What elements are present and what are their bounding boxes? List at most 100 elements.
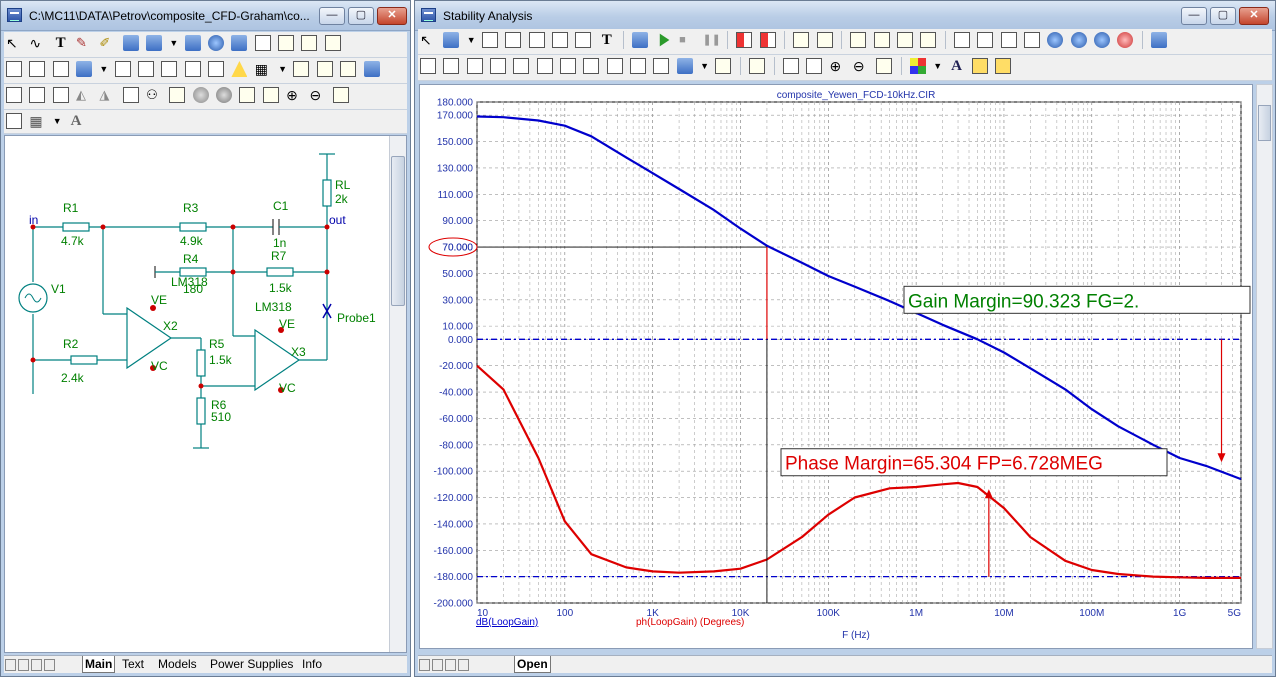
zoom-icon[interactable] — [1047, 32, 1064, 48]
scale-y-icon[interactable] — [528, 32, 545, 48]
fit-icon[interactable] — [876, 58, 893, 74]
close-button[interactable]: ✕ — [377, 7, 407, 25]
page-icon[interactable] — [293, 61, 310, 77]
plot-view-2-icon[interactable] — [873, 32, 890, 48]
stop-icon[interactable] — [192, 87, 209, 103]
edit-icon[interactable] — [1151, 32, 1168, 48]
scale-icon[interactable] — [482, 32, 499, 48]
table-icon[interactable] — [301, 35, 318, 51]
zoom-y-icon[interactable] — [1094, 32, 1110, 48]
cursor-mode-icon[interactable] — [736, 32, 753, 48]
plot-vertical-scrollbar[interactable] — [1256, 84, 1273, 649]
font-icon[interactable]: A — [949, 58, 965, 74]
tab-info[interactable]: Info — [300, 656, 324, 673]
first-page-button[interactable] — [419, 659, 430, 671]
clipboard-icon[interactable] — [749, 58, 766, 74]
voltage-icon[interactable] — [114, 61, 131, 77]
component-icon[interactable] — [443, 32, 460, 48]
zoom-out-icon[interactable]: ⊖ — [309, 87, 325, 103]
pin-markers-icon[interactable] — [208, 61, 225, 77]
list-icon[interactable] — [715, 58, 732, 74]
last-page-button[interactable] — [458, 659, 469, 671]
font-icon[interactable]: A — [68, 113, 84, 129]
dropdown-arrow-icon[interactable]: ▼ — [99, 61, 108, 77]
page-nav-icon[interactable] — [169, 87, 186, 103]
plot-view-3-icon[interactable] — [896, 32, 913, 48]
top-icon[interactable] — [583, 58, 600, 74]
paste-icon[interactable] — [262, 87, 279, 103]
rescale-icon[interactable] — [1023, 32, 1040, 48]
condition-icon[interactable] — [184, 61, 201, 77]
scrollbar-thumb[interactable] — [391, 156, 405, 306]
notes-icon[interactable] — [324, 35, 341, 51]
slope-icon[interactable] — [630, 58, 647, 74]
cancel-icon[interactable] — [216, 87, 233, 103]
close-button[interactable]: ✕ — [1239, 7, 1269, 25]
wave-icon[interactable] — [653, 58, 670, 74]
schematic-vertical-scrollbar[interactable] — [389, 136, 406, 652]
low-icon[interactable] — [490, 58, 507, 74]
brush-icon[interactable]: ✐ — [99, 35, 115, 51]
zoom-in-icon[interactable]: ⊕ — [286, 87, 302, 103]
stability-titlebar[interactable]: Stability Analysis — ▢ ✕ — [415, 1, 1275, 31]
valley-icon[interactable] — [443, 58, 460, 74]
checkbox-icon[interactable] — [29, 87, 46, 103]
data-points-icon[interactable] — [793, 32, 810, 48]
legend-db-loopgain[interactable]: dB(LoopGain) — [476, 617, 538, 628]
zoom-in-icon[interactable]: ⊕ — [830, 58, 846, 74]
border-icon[interactable] — [316, 61, 333, 77]
dropdown-arrow-icon[interactable]: ▼ — [467, 32, 476, 48]
last-page-button[interactable] — [44, 659, 55, 671]
attribute-text-icon[interactable] — [6, 61, 22, 77]
plot-view-4-icon[interactable] — [920, 32, 937, 48]
schematic-canvas[interactable]: in out R1 4.7k R3 4.9k C1 1n RL 2k R4 18… — [4, 135, 407, 653]
camera-icon[interactable] — [6, 113, 22, 129]
wire-tool-icon[interactable]: ∿ — [29, 35, 45, 51]
tab-main[interactable]: Main — [82, 656, 116, 673]
properties-icon[interactable] — [363, 61, 380, 77]
mirror-horizontal-icon[interactable]: ◭ — [76, 87, 92, 103]
node-names-icon[interactable] — [29, 61, 46, 77]
find-icon[interactable] — [184, 35, 201, 51]
pause-icon[interactable]: ❚❚ — [702, 32, 720, 48]
scale-auto-icon[interactable] — [552, 32, 569, 48]
dropdown-arrow-icon[interactable]: ▼ — [278, 61, 287, 77]
tab-text[interactable]: Text — [120, 656, 146, 673]
first-page-button[interactable] — [5, 659, 16, 671]
tab-models[interactable]: Models — [156, 656, 199, 673]
dropdown-arrow-icon[interactable]: ▼ — [700, 58, 709, 74]
color-palette-icon[interactable] — [909, 58, 926, 74]
bring-front-icon[interactable] — [971, 58, 988, 74]
stack-icon[interactable] — [676, 58, 693, 74]
warning-icon[interactable] — [231, 61, 248, 77]
help-icon[interactable] — [231, 35, 248, 51]
tab-power-supplies[interactable]: Power Supplies — [208, 656, 295, 673]
global-high-icon[interactable] — [536, 58, 553, 74]
current-icon[interactable] — [138, 61, 155, 77]
rotate-icon[interactable] — [6, 87, 22, 103]
zoom-x-icon[interactable] — [1070, 32, 1087, 48]
fit-icon[interactable] — [332, 87, 349, 103]
rotate-ccw-icon[interactable] — [52, 87, 69, 103]
function-icon[interactable] — [575, 32, 592, 48]
fit-width-icon[interactable] — [782, 58, 799, 74]
scale-x-icon[interactable] — [505, 32, 522, 48]
mirror-vertical-icon[interactable]: ◮ — [99, 87, 115, 103]
binoculars-icon[interactable]: ⚇ — [146, 87, 162, 103]
info-icon[interactable] — [208, 35, 225, 51]
dropdown-arrow-icon[interactable]: ▼ — [169, 35, 178, 51]
bill-of-materials-icon[interactable] — [278, 35, 295, 51]
dropdown-arrow-icon[interactable]: ▼ — [53, 113, 62, 129]
minus-icon[interactable] — [953, 32, 970, 48]
stop-icon[interactable]: ■ — [679, 32, 695, 48]
bottom-icon[interactable] — [606, 58, 623, 74]
minimize-button[interactable]: — — [1181, 7, 1207, 25]
run-icon[interactable] — [659, 33, 670, 47]
properties-icon[interactable] — [632, 32, 649, 48]
send-back-icon[interactable] — [995, 58, 1012, 74]
text-tool-icon[interactable]: T — [599, 32, 615, 48]
maximize-button[interactable]: ▢ — [1210, 7, 1236, 25]
plot-area[interactable]: 180.000 170.000 150.000 130.000 110.000 90.00… — [419, 84, 1253, 649]
copy-icon[interactable] — [239, 87, 256, 103]
prev-page-button[interactable] — [432, 659, 443, 671]
